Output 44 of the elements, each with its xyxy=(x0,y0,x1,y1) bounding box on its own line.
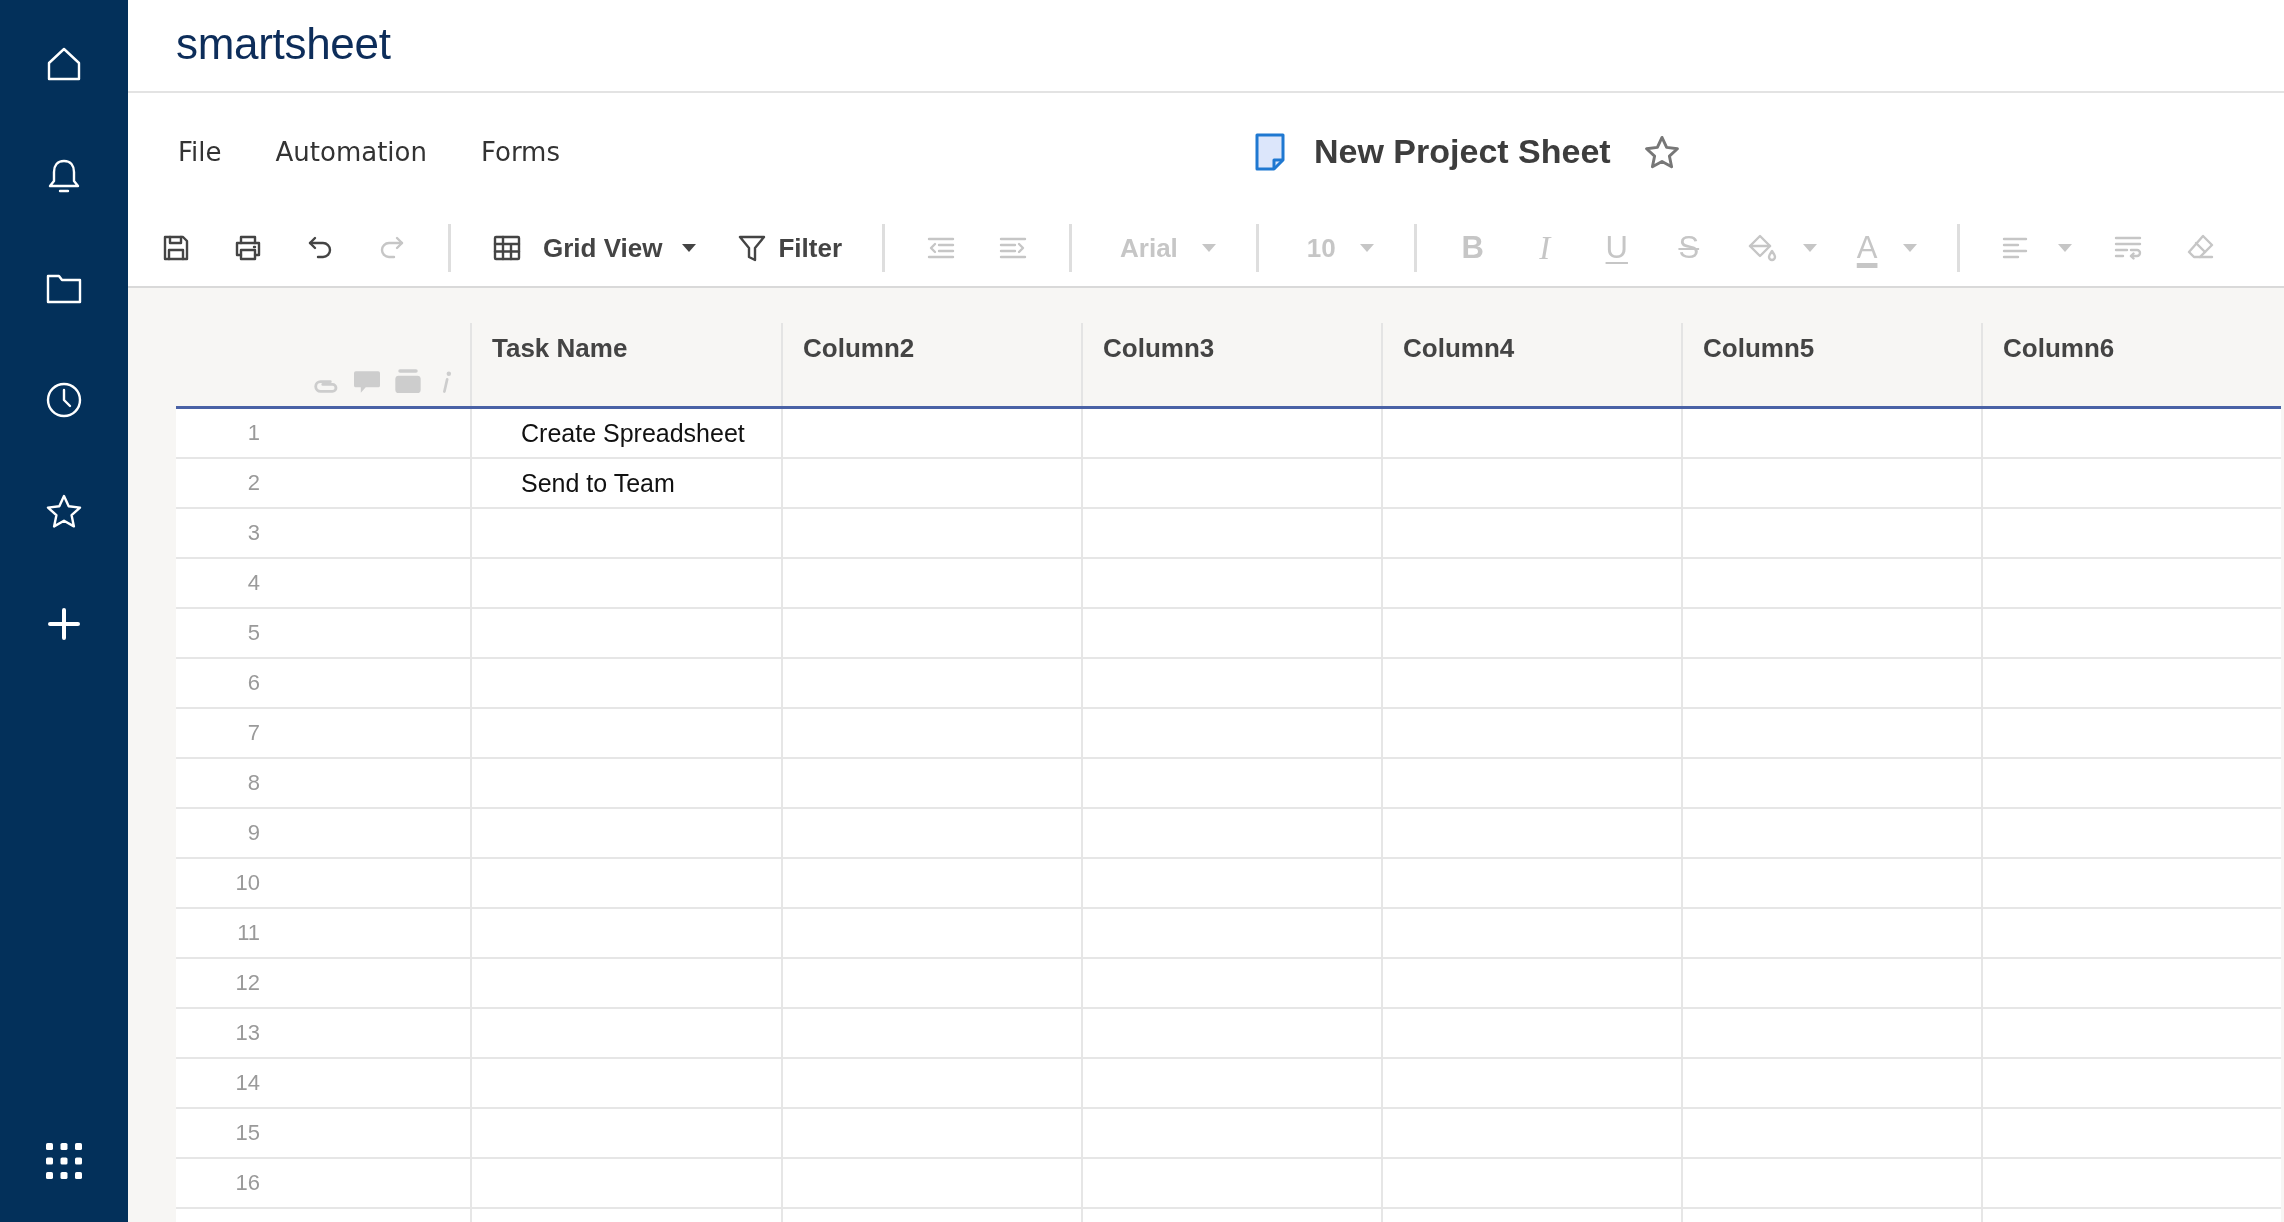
caret-icon xyxy=(1903,244,1918,252)
column-header[interactable]: Column5 xyxy=(1681,323,1981,406)
caret-icon xyxy=(2058,244,2073,252)
caret-icon xyxy=(1201,244,1216,252)
info-icon xyxy=(442,371,452,393)
menu-item[interactable]: Automation xyxy=(275,136,427,167)
card-icon xyxy=(395,369,421,393)
row-number: 2 xyxy=(246,469,261,497)
clock-icon xyxy=(44,380,84,420)
row-number: 11 xyxy=(236,919,261,947)
menu-item[interactable]: Forms xyxy=(480,136,560,167)
row-number: 5 xyxy=(246,619,261,647)
logo: smartsheet xyxy=(176,18,391,70)
column-header[interactable]: Column6 xyxy=(1981,323,2281,406)
apps-grid-icon xyxy=(44,1141,84,1181)
paperclip-icon xyxy=(313,380,339,393)
row-number: 3 xyxy=(246,519,261,547)
row-number: 4 xyxy=(246,569,261,597)
menu-item[interactable]: File xyxy=(178,136,222,167)
row-number: 16 xyxy=(234,1169,261,1197)
comment-icon xyxy=(354,371,380,393)
row-number: 10 xyxy=(234,869,261,897)
column-header[interactable]: Column2 xyxy=(781,323,1081,406)
row-number: 7 xyxy=(246,719,261,747)
row-number: 13 xyxy=(234,1019,261,1047)
caret-icon xyxy=(1359,244,1374,252)
row-number: 6 xyxy=(246,669,261,697)
sheet-title: New Project Sheet xyxy=(1314,132,1611,171)
column-header[interactable]: Column3 xyxy=(1081,323,1381,406)
table-cell: Create Spreadsheet xyxy=(470,409,781,457)
caret-icon xyxy=(682,244,697,252)
table-cell: Send to Team xyxy=(470,459,781,507)
caret-icon xyxy=(1802,244,1817,252)
row-number: 1 xyxy=(246,419,261,447)
column-header[interactable]: Task Name xyxy=(470,323,781,406)
row-number: 12 xyxy=(234,969,261,997)
column-header[interactable]: Column4 xyxy=(1381,323,1681,406)
row-number: 14 xyxy=(234,1069,261,1097)
view-dropdown[interactable]: Grid View xyxy=(483,224,705,272)
document-icon xyxy=(1254,131,1286,172)
row-number: 8 xyxy=(246,769,261,797)
filter-button[interactable]: Filter xyxy=(728,224,851,272)
row-number: 15 xyxy=(234,1119,261,1147)
row-number: 9 xyxy=(246,819,261,847)
